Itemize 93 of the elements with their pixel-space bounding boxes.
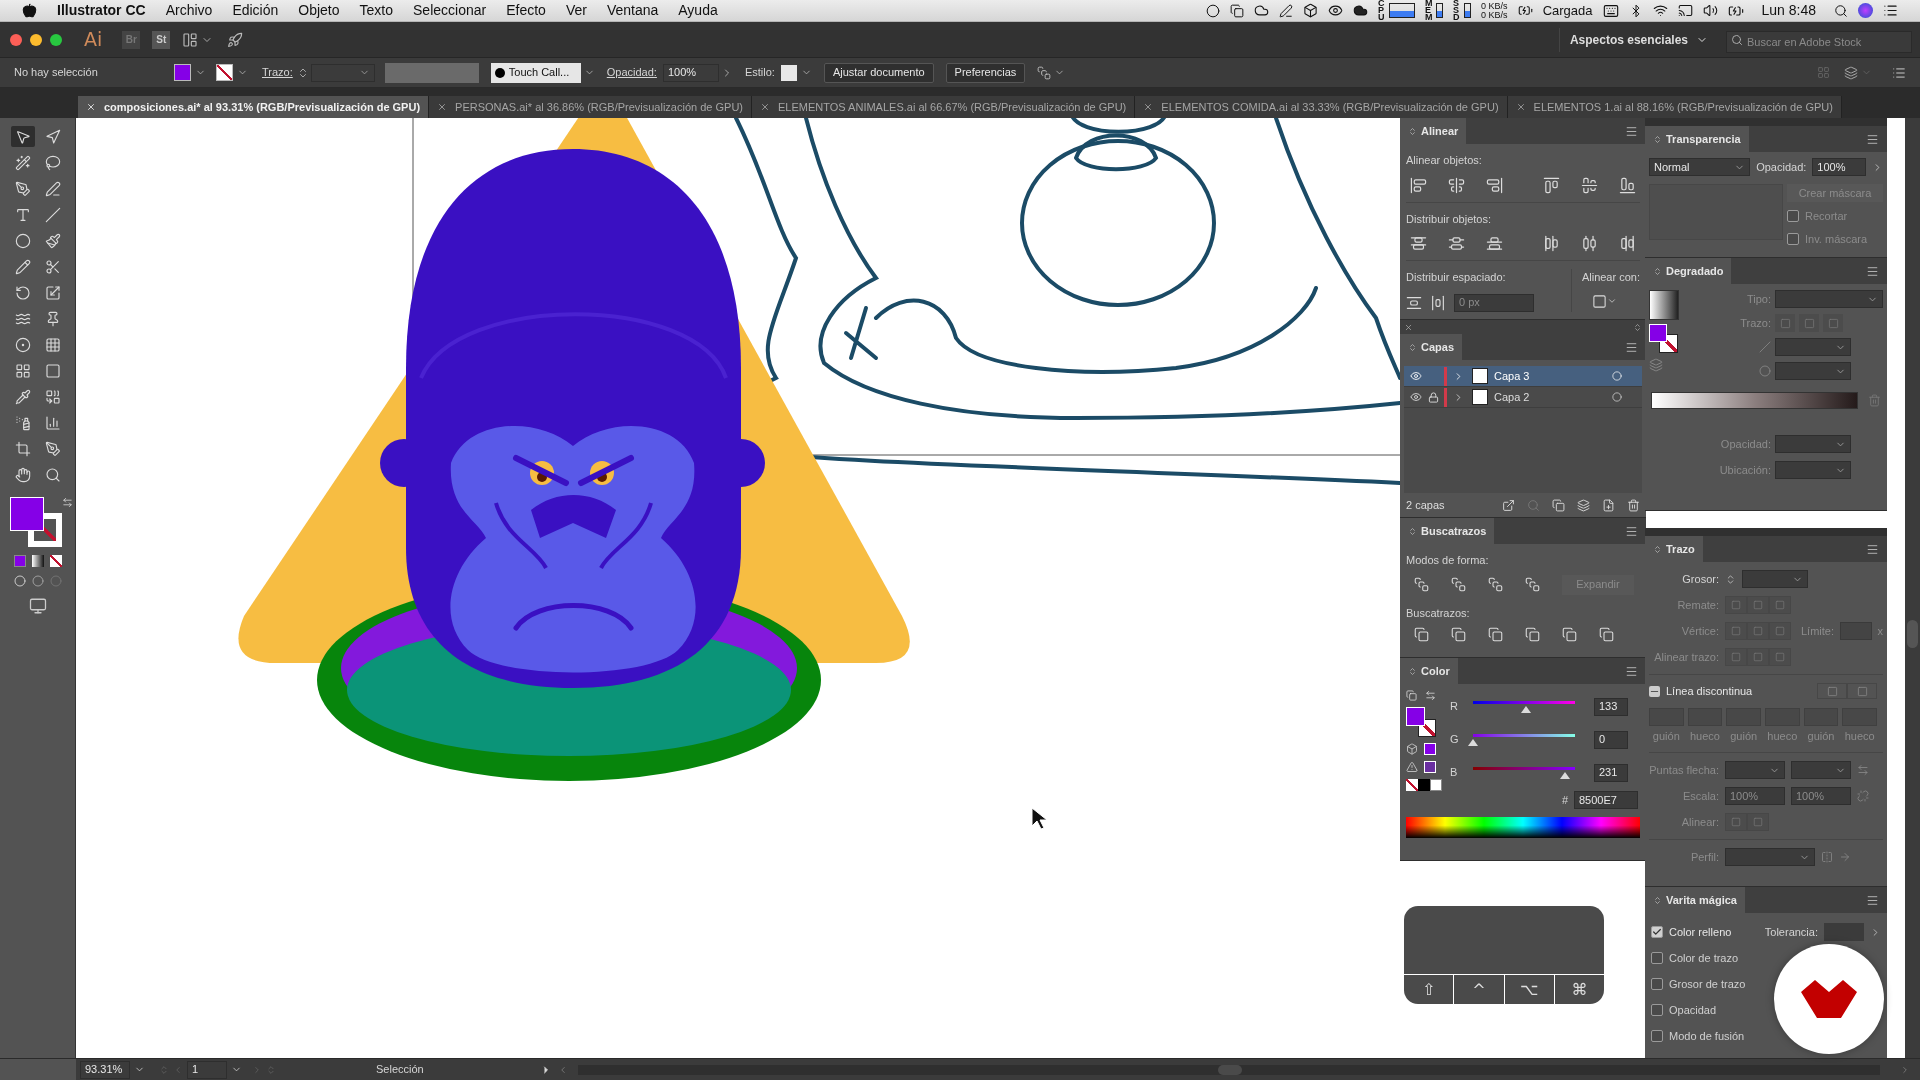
menu-item[interactable]: Ventana <box>606 0 659 21</box>
checkbox-label: Recortar <box>1805 209 1848 224</box>
panel-tab[interactable]: Alinear <box>1400 118 1467 144</box>
meter-label: MEM <box>1425 0 1434 21</box>
field-label: Opacidad: <box>1719 436 1771 452</box>
panel-tab[interactable]: Buscatrazos <box>1400 518 1495 544</box>
field-label: Puntas flecha: <box>1649 762 1719 778</box>
network-speed: 0 KB/s <box>1481 1 1508 11</box>
document-tab[interactable]: PERSONAS.ai* al 36.86% (RGB/Previsualización de GPU) <box>429 96 752 118</box>
section-label: Buscatrazos: <box>1406 606 1470 619</box>
document-tab[interactable]: ELEMENTOS 1.ai al 88.16% (RGB/Previsualización de GPU) <box>1507 96 1842 118</box>
panel-tab[interactable]: Trazo <box>1645 536 1703 562</box>
selection-status: No hay selección <box>14 65 99 81</box>
field-label: Límite: <box>1801 623 1834 639</box>
modifier-key: ^ <box>1453 975 1504 1004</box>
menu-item[interactable]: Efecto <box>506 0 546 21</box>
hex-field[interactable]: 8500E7 <box>1574 791 1638 809</box>
field-label: Alinear trazo: <box>1653 649 1719 665</box>
blend-mode-dropdown[interactable]: Normal <box>1649 158 1751 176</box>
network-speed: 0 KB/s <box>1481 10 1508 20</box>
menu-item[interactable]: Ver <box>565 0 587 21</box>
menu-item[interactable]: Ayuda <box>678 0 718 21</box>
section-label: Distribuir objetos: <box>1406 212 1491 225</box>
channel-value-field[interactable]: 231 <box>1594 763 1628 782</box>
stock-button[interactable]: St <box>152 30 171 49</box>
channel-label: G <box>1450 732 1460 748</box>
modifier-key: ⌘ <box>1553 975 1604 1004</box>
checkbox-label: Grosor de trazo <box>1669 976 1746 992</box>
app-logo: Ai <box>84 27 103 53</box>
workspace-switcher[interactable]: Aspectos esenciales <box>1558 27 1708 52</box>
section-label: Alinear objetos: <box>1406 154 1482 166</box>
brush-dropdown[interactable]: Touch Call... <box>490 62 581 83</box>
panel-tab[interactable]: Color <box>1400 658 1458 684</box>
layer-row[interactable]: Capa 3 <box>1404 366 1642 387</box>
zoom-field[interactable]: 93.31% <box>80 1060 130 1079</box>
field-label: Escala: <box>1681 788 1719 804</box>
field-label: Alinear: <box>1680 814 1719 830</box>
meter-label: CPU <box>1378 0 1386 21</box>
modifier-key: ⇧ <box>1404 975 1454 1004</box>
layer-row[interactable]: Capa 2 <box>1404 387 1642 408</box>
stroke-label[interactable]: Trazo: <box>262 64 293 81</box>
channel-value-field[interactable]: 0 <box>1594 730 1628 749</box>
artboard-field[interactable]: 1 <box>187 1060 227 1079</box>
opacity-label: Opacidad: <box>1756 159 1807 175</box>
field-label: Vértice: <box>1680 623 1719 639</box>
dash-label: guión <box>1807 728 1835 744</box>
dash-label: guión <box>1652 728 1680 744</box>
menu-item[interactable]: Objeto <box>298 0 340 21</box>
checkbox-label: Color relleno <box>1669 924 1732 940</box>
checkbox-label: Modo de fusión <box>1669 1028 1745 1044</box>
clock[interactable]: Lun 8:48 <box>1753 0 1824 21</box>
checkbox-label: Color de trazo <box>1669 950 1739 966</box>
meter-label: SSD <box>1453 0 1461 21</box>
app-menu[interactable]: Illustrator CC <box>57 0 146 21</box>
toolbar-button[interactable]: Ajustar documento <box>823 62 934 83</box>
document-tab[interactable]: composiciones.ai* al 93.31% (RGB/Previsualización de GPU) <box>78 96 430 118</box>
panel-tab[interactable]: Transparencia <box>1645 126 1749 152</box>
hash-label: # <box>1561 792 1568 808</box>
field-label: Tipo: <box>1745 291 1771 307</box>
panel-tab[interactable]: Capas <box>1400 334 1463 360</box>
section-label: Alinear con: <box>1581 271 1640 283</box>
style-label: Estilo: <box>744 65 775 81</box>
opacity-label[interactable]: Opacidad: <box>606 64 657 81</box>
menu-item[interactable]: Texto <box>359 0 393 21</box>
menu-item[interactable]: Seleccionar <box>413 0 487 21</box>
dash-label: hueco <box>1844 728 1875 744</box>
stock-search-field[interactable]: Buscar en Adobe Stock <box>1726 30 1912 53</box>
panel-tab[interactable]: Degradado <box>1645 258 1732 284</box>
field-label: Perfil: <box>1689 849 1719 865</box>
menu-item[interactable]: Edición <box>232 0 279 21</box>
section-label: Línea discontinua <box>1666 684 1753 699</box>
document-tab[interactable]: ELEMENTOS COMIDA.ai al 33.33% (RGB/Previsualización de GPU) <box>1135 96 1508 118</box>
section-label: Modos de forma: <box>1406 554 1489 566</box>
document-tab[interactable]: ELEMENTOS ANIMALES.ai al 66.67% (RGB/Previsualización de GPU) <box>752 96 1136 118</box>
opacity-field[interactable]: 100% <box>1812 158 1866 176</box>
field-label: Grosor: <box>1681 571 1719 587</box>
panel-tab[interactable]: Varita mágica <box>1645 887 1745 913</box>
modifier-key: ⌥ <box>1503 975 1554 1004</box>
channel-value-field[interactable]: 133 <box>1594 697 1628 716</box>
field-label: Trazo: <box>1739 315 1771 331</box>
section-label: Distribuir espaciado: <box>1406 271 1506 283</box>
battery-status: Cargada <box>1542 1 1593 20</box>
channel-label: B <box>1450 765 1459 781</box>
toolbar-button[interactable]: Preferencias <box>945 62 1026 83</box>
menu-item[interactable]: Archivo <box>165 0 213 21</box>
field-label: Remate: <box>1676 597 1719 613</box>
field-label: Ubicación: <box>1718 462 1771 478</box>
opacity-field[interactable]: 100% <box>662 63 719 82</box>
current-tool: Selección <box>376 1062 425 1078</box>
channel-label: R <box>1450 699 1459 715</box>
field-label: Tolerancia: <box>1764 924 1818 940</box>
layer-count: 2 capas <box>1406 497 1446 513</box>
checkbox-label: Opacidad <box>1669 1002 1717 1018</box>
